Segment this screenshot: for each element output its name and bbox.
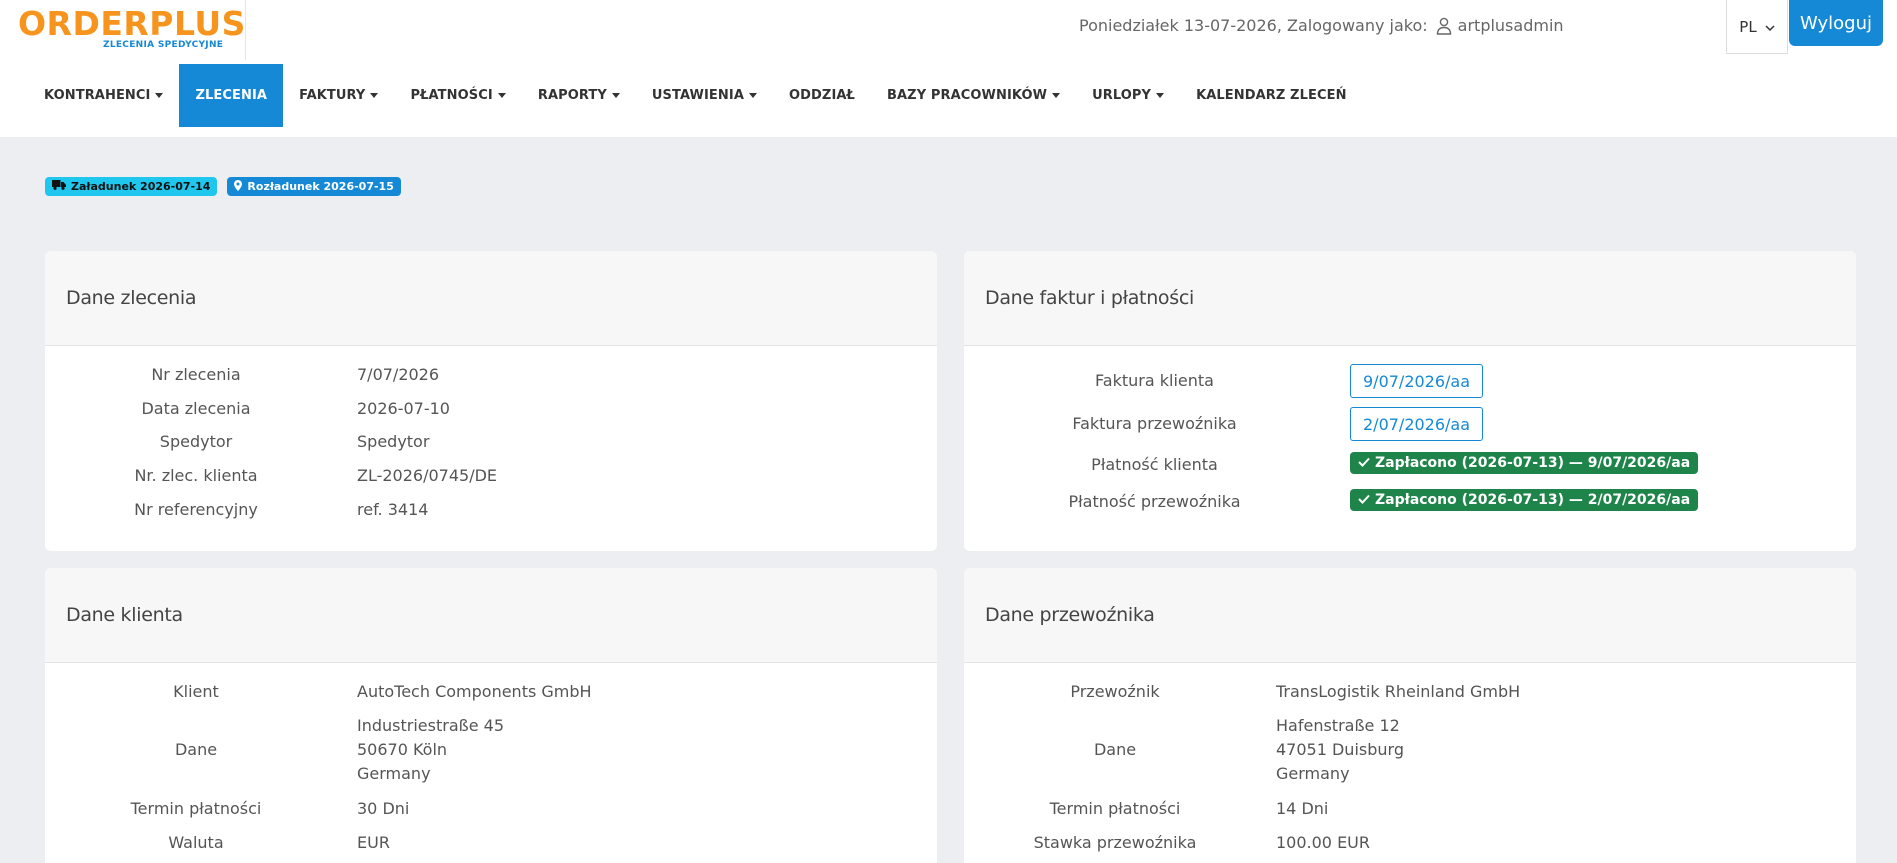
nav-kontrahenci[interactable]: KONTRAHENCI bbox=[28, 64, 179, 127]
carrier-data-label: Dane bbox=[1093, 740, 1137, 759]
nav-label: FAKTURY bbox=[299, 88, 366, 103]
client-payment-status[interactable]: Zapłacono (2026-07-13) — 9/07/2026/aa bbox=[1350, 452, 1699, 474]
client-order-number-value: ZL-2026/0745/DE bbox=[357, 466, 498, 485]
logo[interactable]: ORDERPLUS ZLECENIA SPEDYCYJNE bbox=[0, 0, 246, 60]
client-invoice-label: Faktura klienta bbox=[1095, 371, 1214, 390]
date-badges: Załadunek 2026-07-14 Rozładunek 2026-07-… bbox=[45, 177, 401, 196]
caret-icon bbox=[370, 93, 379, 98]
caret-icon bbox=[497, 93, 506, 98]
username: artplusadmin bbox=[1457, 16, 1564, 35]
caret-icon bbox=[155, 93, 164, 98]
caret-icon bbox=[611, 93, 620, 98]
carrier-address-line2: 47051 Duisburg bbox=[1276, 740, 1404, 759]
nav-label: USTAWIENIA bbox=[651, 88, 744, 103]
carrier-payment-label: Płatność przewoźnika bbox=[1068, 492, 1241, 511]
nav-label: URLOPY bbox=[1092, 88, 1152, 103]
main-nav: KONTRAHENCI ZLECENIA FAKTURY PŁATNOŚCI R… bbox=[28, 64, 1363, 127]
language-select[interactable]: PL bbox=[1726, 0, 1788, 54]
loading-badge: Załadunek 2026-07-14 bbox=[45, 177, 218, 196]
nav-ustawienia[interactable]: USTAWIENIA bbox=[636, 64, 773, 127]
carrier-invoice-label: Faktura przewoźnika bbox=[1072, 414, 1237, 433]
client-currency-label: Waluta bbox=[168, 833, 224, 852]
language-value: PL bbox=[1739, 17, 1757, 36]
nav-raporty[interactable]: RAPORTY bbox=[522, 64, 636, 127]
nav-platnosci[interactable]: PŁATNOŚCI bbox=[394, 64, 521, 127]
unloading-badge: Rozładunek 2026-07-15 bbox=[227, 177, 401, 196]
user-icon bbox=[1436, 17, 1452, 35]
client-details-card: Dane klienta Klient AutoTech Components … bbox=[45, 568, 937, 863]
nav-oddzial[interactable]: ODDZIAŁ bbox=[773, 64, 871, 127]
date-login-text: Poniedziałek 13-07-2026, Zalogowany jako… bbox=[1079, 16, 1428, 35]
nav-label: RAPORTY bbox=[537, 88, 607, 103]
nav-kalendarz-zlecen[interactable]: KALENDARZ ZLECEŃ bbox=[1180, 64, 1362, 127]
carrier-rate-label: Stawka przewoźnika bbox=[1033, 833, 1197, 852]
nav-faktury[interactable]: FAKTURY bbox=[283, 64, 394, 127]
nav-label: ZLECENIA bbox=[195, 88, 268, 103]
carrier-address-line1: Hafenstraße 12 bbox=[1276, 716, 1400, 735]
client-address-line3: Germany bbox=[357, 764, 431, 783]
truck-icon bbox=[52, 180, 66, 193]
nav-zlecenia[interactable]: ZLECENIA bbox=[179, 64, 284, 127]
client-term-label: Termin płatności bbox=[130, 799, 262, 818]
client-details-title: Dane klienta bbox=[45, 568, 937, 663]
map-pin-icon bbox=[234, 179, 243, 194]
carrier-details-title: Dane przewoźnika bbox=[964, 568, 1856, 663]
forwarder-label: Spedytor bbox=[159, 432, 233, 451]
order-number-label: Nr zlecenia bbox=[151, 365, 241, 384]
client-invoice-link[interactable]: 9/07/2026/aa bbox=[1350, 364, 1484, 398]
nav-label: KALENDARZ ZLECEŃ bbox=[1196, 88, 1347, 103]
nav-label: KONTRAHENCI bbox=[44, 88, 151, 103]
client-payment-label: Płatność klienta bbox=[1091, 455, 1218, 474]
order-number-value: 7/07/2026 bbox=[357, 365, 440, 384]
logo-text: ORDERPLUS bbox=[18, 4, 246, 43]
carrier-payment-status[interactable]: Zapłacono (2026-07-13) — 2/07/2026/aa bbox=[1350, 489, 1699, 511]
order-date-value: 2026-07-10 bbox=[357, 399, 450, 418]
reference-number-label: Nr referencyjny bbox=[134, 500, 258, 519]
client-payment-text: Zapłacono (2026-07-13) — 9/07/2026/aa bbox=[1375, 455, 1691, 471]
caret-icon bbox=[1052, 93, 1061, 98]
carrier-invoice-link[interactable]: 2/07/2026/aa bbox=[1350, 407, 1484, 441]
invoice-payment-card: Dane faktur i płatności Faktura klienta … bbox=[964, 251, 1856, 551]
client-name-value: AutoTech Components GmbH bbox=[357, 682, 592, 701]
check-icon bbox=[1358, 455, 1370, 471]
client-currency-value: EUR bbox=[357, 833, 390, 852]
header: ORDERPLUS ZLECENIA SPEDYCYJNE Poniedział… bbox=[0, 0, 1897, 137]
order-date-label: Data zlecenia bbox=[141, 399, 251, 418]
client-order-number-label: Nr. zlec. klienta bbox=[134, 466, 258, 485]
carrier-payment-text: Zapłacono (2026-07-13) — 2/07/2026/aa bbox=[1375, 492, 1691, 508]
loading-date: Załadunek 2026-07-14 bbox=[71, 180, 211, 193]
nav-label: ODDZIAŁ bbox=[788, 88, 855, 103]
caret-icon bbox=[748, 93, 757, 98]
nav-label: BAZY PRACOWNIKÓW bbox=[887, 88, 1048, 103]
client-name-label: Klient bbox=[173, 682, 219, 701]
invoice-payment-title: Dane faktur i płatności bbox=[964, 251, 1856, 346]
client-term-value: 30 Dni bbox=[357, 799, 410, 818]
client-address-line2: 50670 Köln bbox=[357, 740, 448, 759]
carrier-address-line3: Germany bbox=[1276, 764, 1350, 783]
logout-button[interactable]: Wyloguj bbox=[1789, 0, 1883, 46]
carrier-rate-value: 100.00 EUR bbox=[1276, 833, 1371, 852]
forwarder-value: Spedytor bbox=[357, 432, 430, 451]
nav-urlopy[interactable]: URLOPY bbox=[1076, 64, 1180, 127]
nav-bazy-pracownikow[interactable]: BAZY PRACOWNIKÓW bbox=[871, 64, 1076, 127]
logo-subtitle: ZLECENIA SPEDYCYJNE bbox=[103, 40, 224, 50]
carrier-details-card: Dane przewoźnika Przewoźnik TransLogisti… bbox=[964, 568, 1856, 863]
carrier-name-value: TransLogistik Rheinland GmbH bbox=[1276, 682, 1521, 701]
check-icon bbox=[1358, 492, 1370, 508]
chevron-down-icon bbox=[1765, 18, 1775, 36]
order-details-title: Dane zlecenia bbox=[45, 251, 937, 346]
reference-number-value: ref. 3414 bbox=[357, 500, 429, 519]
session-info: Poniedziałek 13-07-2026, Zalogowany jako… bbox=[1079, 16, 1564, 35]
unloading-date: Rozładunek 2026-07-15 bbox=[247, 180, 394, 193]
carrier-term-label: Termin płatności bbox=[1049, 799, 1181, 818]
caret-icon bbox=[1156, 93, 1165, 98]
order-details-card: Dane zlecenia Nr zlecenia 7/07/2026 Data… bbox=[45, 251, 937, 551]
nav-label: PŁATNOŚCI bbox=[410, 88, 493, 103]
client-address-line1: Industriestraße 45 bbox=[357, 716, 504, 735]
carrier-term-value: 14 Dni bbox=[1276, 799, 1329, 818]
carrier-name-label: Przewoźnik bbox=[1070, 682, 1160, 701]
client-data-label: Dane bbox=[174, 740, 218, 759]
